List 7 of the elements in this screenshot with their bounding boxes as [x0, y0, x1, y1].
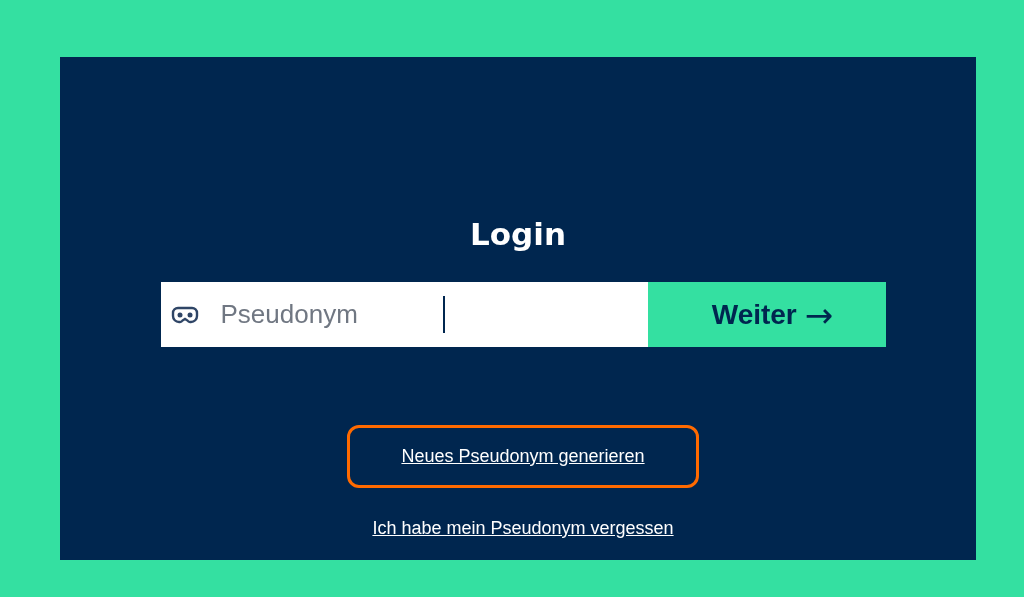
mask-icon — [170, 304, 199, 325]
text-link[interactable]: Ich habe mein Pseudonym vergessen — [372, 518, 674, 539]
login-title: Login — [470, 215, 566, 254]
pseudonym-field[interactable]: Pseudonym — [160, 282, 648, 347]
continue-button[interactable]: Weiter → — [647, 282, 886, 347]
text-input[interactable]: Pseudonym — [220, 299, 421, 330]
text-link[interactable]: Neues Pseudonym generieren — [401, 446, 645, 467]
